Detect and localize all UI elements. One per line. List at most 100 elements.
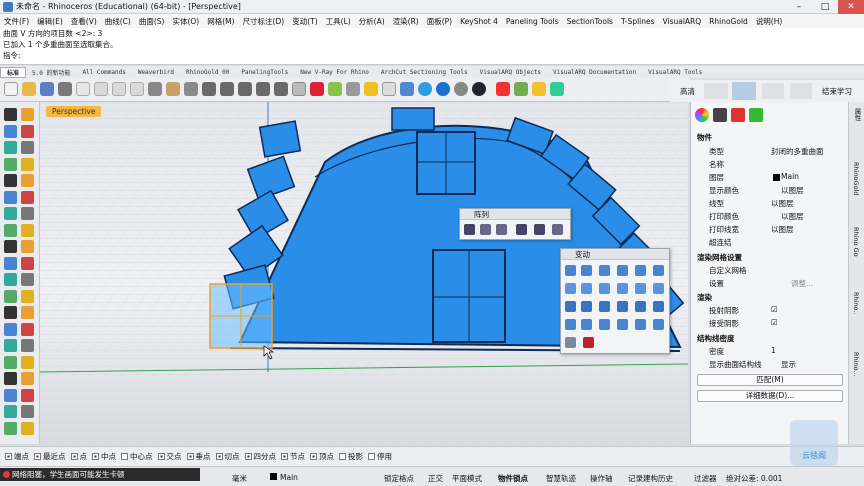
cplane-icon[interactable] xyxy=(328,82,342,96)
history-toggle[interactable]: 记录建构历史 xyxy=(628,473,673,484)
osnap-checkbox[interactable] xyxy=(70,453,78,460)
zoom-extents-icon[interactable] xyxy=(238,82,252,96)
tool-button-icon[interactable] xyxy=(21,174,34,187)
tool-button-icon[interactable] xyxy=(21,289,34,303)
soft-move-icon[interactable] xyxy=(635,319,646,330)
menu-file[interactable]: 文件(F) xyxy=(0,16,33,27)
match-button[interactable]: 匹配(M) xyxy=(697,374,843,386)
menu-keyshot[interactable]: KeyShot 4 xyxy=(456,17,502,26)
osnap-0[interactable]: 端点 xyxy=(5,451,29,462)
flow-icon[interactable] xyxy=(635,283,646,294)
filter-toggle[interactable]: 过滤器 xyxy=(694,473,717,484)
import-icon[interactable] xyxy=(76,82,90,96)
cut-icon[interactable] xyxy=(94,82,108,96)
print-width-select[interactable]: 以图层 xyxy=(771,224,794,235)
osnap-checkbox[interactable] xyxy=(215,453,223,460)
copy-icon[interactable] xyxy=(581,265,592,276)
mirror-icon[interactable] xyxy=(635,265,646,276)
tab-archcut[interactable]: ArchCut Sectioning Tools xyxy=(375,69,474,76)
menu-visualarq[interactable]: VisualARQ xyxy=(659,17,706,26)
tab-properties[interactable]: 属性 xyxy=(852,108,862,121)
tool-button-icon[interactable] xyxy=(4,355,17,369)
zoom-selected-icon[interactable] xyxy=(256,82,270,96)
tool-button-icon[interactable] xyxy=(4,421,17,435)
tab-visualarq-tools[interactable]: VisualARQ Tools xyxy=(642,69,708,76)
tool-button-icon[interactable] xyxy=(4,388,17,402)
osnap-checkbox[interactable] xyxy=(186,453,194,460)
distribute-icon[interactable] xyxy=(581,301,592,312)
menu-mesh[interactable]: 网格(M) xyxy=(203,16,238,27)
more-arrow-icon[interactable] xyxy=(583,337,594,348)
zoom-window-icon[interactable] xyxy=(220,82,234,96)
orient-icon[interactable] xyxy=(653,265,664,276)
gumball-toggle[interactable]: 操作轴 xyxy=(590,473,613,484)
select-icon[interactable] xyxy=(346,82,360,96)
osnap-7[interactable]: 切点 xyxy=(215,451,240,462)
remap-icon[interactable] xyxy=(653,319,664,330)
save-icon[interactable] xyxy=(40,82,54,96)
osnap-checkbox[interactable] xyxy=(92,453,99,460)
tool-button-icon[interactable] xyxy=(21,108,34,121)
tool-button-icon[interactable] xyxy=(21,124,34,138)
open-icon[interactable] xyxy=(22,82,36,96)
array-surface-icon[interactable] xyxy=(516,224,527,235)
details-button[interactable]: 详细数据(D)... xyxy=(697,390,843,402)
osnap-1[interactable]: 最近点 xyxy=(34,451,66,462)
display-color-select[interactable]: 以图层 xyxy=(771,185,804,196)
car-icon[interactable] xyxy=(310,82,324,96)
help-icon[interactable] xyxy=(550,82,564,96)
tool-button-icon[interactable] xyxy=(21,256,34,270)
osnap-checkbox[interactable] xyxy=(244,453,252,460)
tool-button-icon[interactable] xyxy=(21,405,34,418)
shaded-sphere-icon[interactable] xyxy=(436,82,450,96)
tools-icon[interactable] xyxy=(514,82,528,96)
rotate-icon[interactable] xyxy=(599,265,610,276)
minimize-button[interactable]: – xyxy=(786,0,812,14)
tool-button-icon[interactable] xyxy=(21,157,34,171)
smarttrack-toggle[interactable]: 智慧轨迹 xyxy=(546,473,576,484)
tool-button-icon[interactable] xyxy=(4,240,17,253)
move-icon[interactable] xyxy=(732,82,756,100)
command-prompt[interactable]: 指令: xyxy=(0,50,864,61)
receive-shadows-checkbox[interactable]: ☑ xyxy=(771,318,778,327)
material-icon[interactable] xyxy=(713,108,727,122)
menu-edit[interactable]: 编辑(E) xyxy=(33,16,67,27)
menu-rhinogold[interactable]: RhinoGold xyxy=(705,17,752,26)
osnap-9[interactable]: 节点 xyxy=(281,451,305,462)
tab-standard[interactable]: 标准 xyxy=(0,66,27,78)
osnap-10[interactable]: 顶点 xyxy=(310,451,334,462)
menu-tsplines[interactable]: T-Splines xyxy=(617,17,659,26)
tool-button-icon[interactable] xyxy=(4,190,17,204)
splop-icon[interactable] xyxy=(581,319,592,330)
tool-button-icon[interactable] xyxy=(21,339,34,352)
planar-toggle[interactable]: 平面模式 xyxy=(452,473,482,484)
decal-icon[interactable] xyxy=(731,108,745,122)
tool-button-icon[interactable] xyxy=(21,190,34,204)
menu-solid[interactable]: 实体(O) xyxy=(168,16,203,27)
options-icon[interactable] xyxy=(532,82,546,96)
osnap-checkbox[interactable] xyxy=(368,453,375,460)
viewport-layout-icon[interactable] xyxy=(292,82,306,96)
shear-icon[interactable] xyxy=(653,301,664,312)
osnap-4[interactable]: 中心点 xyxy=(121,451,153,462)
tool-button-icon[interactable] xyxy=(21,355,34,369)
menu-surface[interactable]: 曲面(S) xyxy=(135,16,169,27)
zoom-icon[interactable] xyxy=(762,83,784,99)
linetype-select[interactable]: 以图层 xyxy=(771,198,794,209)
tab-rhinogold-2[interactable]: Rhino Go xyxy=(852,227,860,257)
ortho-toggle[interactable]: 正交 xyxy=(428,473,443,484)
osnap-2[interactable]: 点 xyxy=(70,451,87,462)
array-icon[interactable] xyxy=(565,283,576,294)
current-layer[interactable]: Main xyxy=(280,473,298,482)
close-button[interactable]: ✕ xyxy=(838,0,864,14)
tool-button-icon[interactable] xyxy=(4,289,17,303)
tool-button-icon[interactable] xyxy=(4,207,17,220)
ghosted-sphere-icon[interactable] xyxy=(454,82,468,96)
osnap-toggle[interactable]: 物件锁点 xyxy=(498,473,528,484)
gumball-icon[interactable] xyxy=(496,82,510,96)
osnap-checkbox[interactable] xyxy=(281,453,288,460)
twist-icon[interactable] xyxy=(581,283,592,294)
array-linear-icon[interactable] xyxy=(552,224,563,235)
menu-analyze[interactable]: 分析(A) xyxy=(355,16,389,27)
texture-icon[interactable] xyxy=(749,108,763,122)
